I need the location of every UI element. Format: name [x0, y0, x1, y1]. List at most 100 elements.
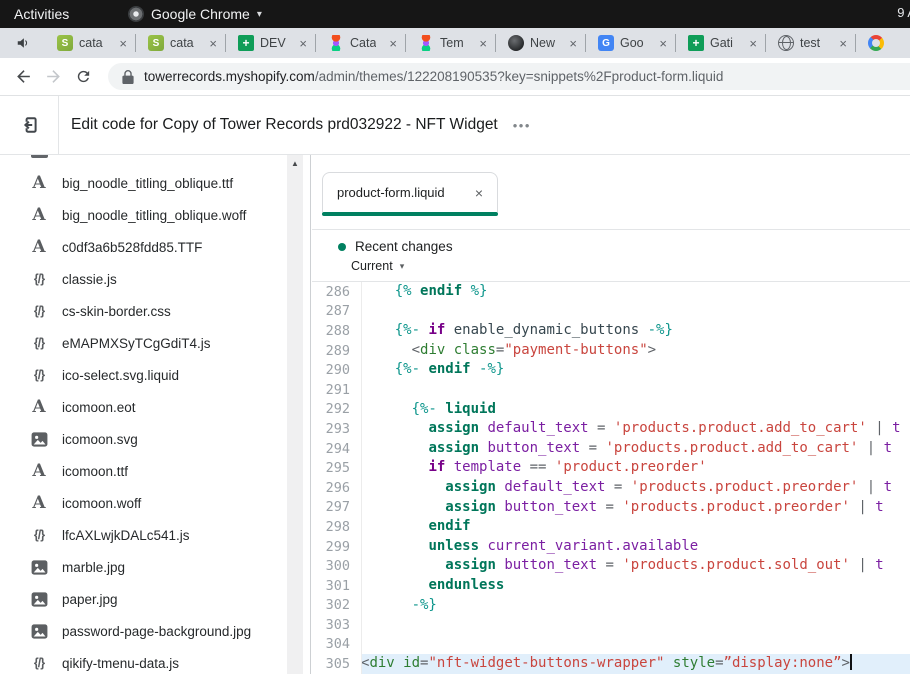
- file-list-item[interactable]: A icomoon.eot: [0, 391, 286, 423]
- browser-tab[interactable]: Gati ×: [675, 34, 765, 52]
- file-name: big_noodle_titling_oblique.ttf: [62, 176, 233, 191]
- tab-audio-button[interactable]: [0, 36, 45, 50]
- app-menu[interactable]: Google Chrome ▾: [128, 6, 262, 22]
- file-list-item[interactable]: A big_noodle_titling_oblique.ttf: [0, 167, 286, 199]
- tab-close-icon[interactable]: ×: [659, 37, 667, 50]
- tab-close-icon[interactable]: ×: [479, 37, 487, 50]
- code-line-content[interactable]: [361, 615, 910, 635]
- file-list-item[interactable]: icomoon.svg: [0, 423, 286, 455]
- code-line-content[interactable]: assign button_text = 'products.product.a…: [361, 439, 910, 459]
- file-list-item[interactable]: {/} ico-select.svg.liquid: [0, 359, 286, 391]
- code-line-content[interactable]: {%- liquid: [361, 400, 910, 420]
- line-number: 304: [312, 636, 361, 652]
- browser-tab[interactable]: [855, 34, 905, 52]
- address-bar[interactable]: towerrecords.myshopify.com/admin/themes/…: [108, 63, 910, 90]
- code-line: 301 endunless: [312, 576, 910, 596]
- tab-close-icon[interactable]: ×: [389, 37, 397, 50]
- tab-close-icon[interactable]: ×: [209, 37, 217, 50]
- forward-arrow-icon: [44, 67, 63, 86]
- globe-favicon: [778, 35, 794, 51]
- tab-close-icon[interactable]: ×: [299, 37, 307, 50]
- file-list-item[interactable]: A icomoon.woff: [0, 487, 286, 519]
- code-line-content[interactable]: assign default_text = 'products.product.…: [361, 419, 910, 439]
- file-list-item[interactable]: {/} classie.js: [0, 263, 286, 295]
- line-number: 301: [312, 578, 361, 594]
- file-list-item[interactable]: {/} qikify-tmenu-data.js: [0, 647, 286, 674]
- back-button[interactable]: [8, 62, 38, 92]
- browser-tab[interactable]: New ×: [495, 34, 585, 52]
- code-line-content[interactable]: endunless: [361, 576, 910, 596]
- code-line-content[interactable]: [361, 635, 910, 655]
- code-line-content[interactable]: assign default_text = 'products.product.…: [361, 478, 910, 498]
- browser-tab[interactable]: Goo ×: [585, 34, 675, 52]
- code-line-content[interactable]: [361, 302, 910, 322]
- file-list-item[interactable]: {/} lfcAXLwjkDALc541.js: [0, 519, 286, 551]
- line-number: 290: [312, 362, 361, 378]
- font-file-icon: A: [29, 397, 49, 417]
- code-file-icon: {/}: [29, 272, 49, 286]
- editor-tab-close-icon[interactable]: ×: [475, 185, 483, 201]
- file-list-item[interactable]: password-page-background.jpg: [0, 615, 286, 647]
- tab-close-icon[interactable]: ×: [839, 37, 847, 50]
- file-list-item[interactable]: paper.jpg: [0, 583, 286, 615]
- tab-close-icon[interactable]: ×: [119, 37, 127, 50]
- file-name: classie.js: [62, 272, 117, 287]
- reload-icon: [75, 68, 92, 85]
- code-line-content[interactable]: endif: [361, 517, 910, 537]
- figma-favicon: [328, 35, 344, 51]
- line-number: 291: [312, 382, 361, 398]
- browser-tab[interactable]: test ×: [765, 34, 855, 52]
- code-line-content[interactable]: <div id="nft-widget-buttons-wrapper" sty…: [361, 654, 910, 674]
- file-name: icomoon.ttf: [62, 464, 128, 479]
- file-list-item[interactable]: A c0df3a6b528fdd85.TTF: [0, 231, 286, 263]
- back-arrow-icon: [14, 67, 33, 86]
- shopify-favicon: [148, 35, 164, 51]
- code-line: 294 assign button_text = 'products.produ…: [312, 439, 910, 459]
- code-line-content[interactable]: if template == 'product.preorder': [361, 458, 910, 478]
- browser-tab-label: New: [530, 36, 555, 50]
- reload-button[interactable]: [68, 62, 98, 92]
- code-file-icon: {/}: [29, 656, 49, 670]
- file-list-item[interactable]: A big_noodle_titling_oblique.woff: [0, 199, 286, 231]
- forward-button[interactable]: [38, 62, 68, 92]
- browser-tab[interactable]: Tem ×: [405, 34, 495, 52]
- code-line-content[interactable]: {% endif %}: [361, 282, 910, 302]
- code-line-content[interactable]: [361, 380, 910, 400]
- code-line-content[interactable]: assign button_text = 'products.product.p…: [361, 498, 910, 518]
- code-line-content[interactable]: unless current_variant.available: [361, 537, 910, 557]
- page-header: Edit code for Copy of Tower Records prd0…: [0, 96, 910, 155]
- browser-tab-label: Cata: [350, 36, 376, 50]
- editor-file-tab[interactable]: product-form.liquid ×: [322, 172, 498, 212]
- browser-tab[interactable]: cata ×: [135, 34, 225, 52]
- code-line-content[interactable]: <div class="payment-buttons">: [361, 341, 910, 361]
- line-number: 305: [312, 656, 361, 672]
- sheets-favicon: [238, 35, 254, 51]
- code-line-content[interactable]: {%- if enable_dynamic_buttons -%}: [361, 321, 910, 341]
- browser-tab-label: cata: [79, 36, 103, 50]
- font-file-icon: A: [29, 237, 49, 257]
- image-file-icon: [29, 624, 49, 639]
- overflow-menu-button[interactable]: •••: [513, 118, 531, 133]
- activities-button[interactable]: Activities: [14, 6, 69, 22]
- file-list-item[interactable]: marble.jpg: [0, 551, 286, 583]
- browser-tab[interactable]: cata ×: [45, 34, 135, 52]
- image-file-icon: [29, 432, 49, 447]
- code-line-content[interactable]: assign button_text = 'products.product.s…: [361, 556, 910, 576]
- file-list-item[interactable]: A icomoon.ttf: [0, 455, 286, 487]
- file-list-item[interactable]: {/} cs-skin-border.css: [0, 295, 286, 327]
- sidebar-scrollbar[interactable]: ▲: [287, 155, 303, 674]
- browser-tab[interactable]: Cata ×: [315, 34, 405, 52]
- scroll-up-arrow-icon[interactable]: ▲: [287, 159, 303, 168]
- code-line-content[interactable]: -%}: [361, 596, 910, 616]
- browser-tab[interactable]: DEV ×: [225, 34, 315, 52]
- figma-favicon: [418, 35, 434, 51]
- file-list-item[interactable]: {/} eMAPMXSyTCgGdiT4.js: [0, 327, 286, 359]
- code-area[interactable]: 286 {% endif %} 287 288 {%- if enable_dy…: [312, 282, 910, 674]
- code-line: 295 if template == 'product.preorder': [312, 458, 910, 478]
- tab-close-icon[interactable]: ×: [749, 37, 757, 50]
- exit-code-editor-icon[interactable]: [19, 114, 41, 136]
- version-selector[interactable]: Current ▾: [351, 259, 910, 273]
- url-path: /admin/themes/122208190535?key=snippets%…: [315, 69, 724, 84]
- tab-close-icon[interactable]: ×: [569, 37, 577, 50]
- code-line-content[interactable]: {%- endif -%}: [361, 360, 910, 380]
